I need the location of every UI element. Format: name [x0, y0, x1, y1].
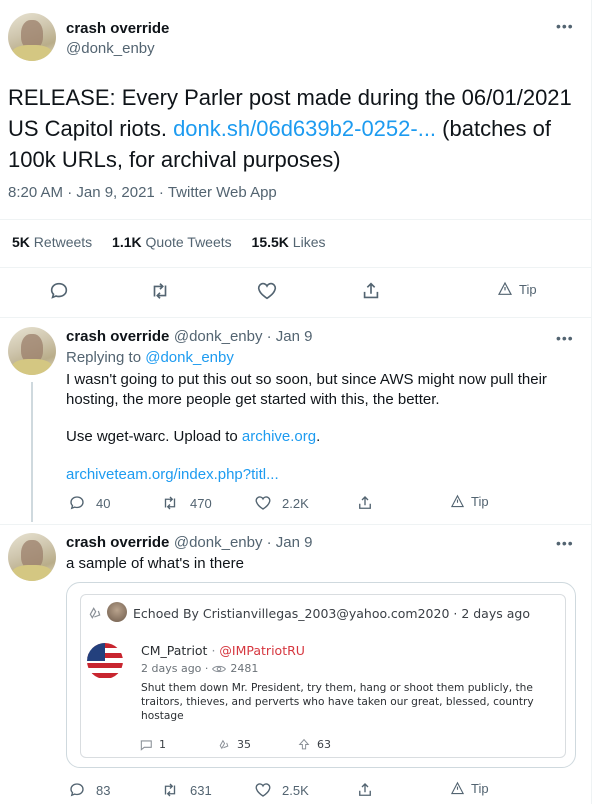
replying-to-link[interactable]: @donk_enby: [145, 349, 234, 366]
reply-header: crash override @donk_enby · Jan 9: [66, 534, 313, 552]
share-icon: [363, 282, 379, 299]
upvote-icon: [298, 738, 310, 750]
quotes-stat[interactable]: 1.1K Quote Tweets: [112, 234, 232, 250]
like-count: 2.2K: [282, 495, 309, 511]
reply-text-line: Use wget-warc. Upload to archive.org.: [66, 428, 320, 445]
replying-prefix: Replying to: [66, 349, 146, 366]
post-author-name: CM_Patriot: [141, 643, 208, 658]
post-echoes: 35: [217, 738, 251, 751]
tip-label: Tip: [519, 281, 537, 297]
like-count: 2.5K: [282, 782, 309, 798]
reply-count: 40: [96, 495, 111, 511]
post-body: Shut them down Mr. President, try them, …: [141, 682, 534, 722]
post-author-row: CM_Patriot · @IMPatriotRU: [141, 643, 305, 658]
reply-icon: [70, 496, 84, 510]
reply-icon: [70, 783, 84, 797]
retweet-button[interactable]: [148, 280, 172, 302]
tweet-link[interactable]: donk.sh/06d639b2-0252-...: [173, 116, 436, 141]
tip-button[interactable]: Tip: [497, 281, 537, 297]
author-handle[interactable]: @donk_enby: [66, 40, 155, 57]
echoer-avatar: [107, 602, 127, 622]
author-handle-date[interactable]: @donk_enby · Jan 9: [174, 534, 313, 551]
tip-label: Tip: [471, 781, 489, 796]
reply-button[interactable]: 40: [68, 494, 110, 512]
retweets-count: 5K: [12, 234, 30, 250]
reply-text: a sample of what's in there: [66, 555, 244, 572]
tip-button[interactable]: Tip: [450, 781, 489, 796]
more-options-icon[interactable]: •••: [556, 18, 574, 34]
share-icon: [359, 783, 371, 796]
like-button[interactable]: 2.5K: [254, 781, 309, 799]
avatar[interactable]: [8, 13, 56, 61]
share-button[interactable]: [360, 280, 382, 302]
tip-label: Tip: [471, 494, 489, 509]
more-options-icon[interactable]: •••: [556, 535, 574, 551]
retweet-icon: [164, 496, 176, 510]
reply-button[interactable]: 83: [68, 781, 110, 799]
reply-text: I wasn't going to put this out so soon, …: [66, 371, 547, 408]
post-comments: 1: [139, 738, 166, 751]
tweet-timestamp[interactable]: 8:20 AM · Jan 9, 2021 · Twitter Web App: [8, 184, 277, 201]
heart-icon: [257, 282, 277, 300]
echoed-by: Echoed By Cristianvillegas_2003@yahoo.co…: [133, 606, 530, 621]
tip-button[interactable]: Tip: [450, 494, 489, 509]
quotes-count: 1.1K: [112, 234, 142, 250]
avatar[interactable]: [8, 533, 56, 581]
post-author-handle: @IMPatriotRU: [219, 643, 305, 658]
upvote-count: 63: [317, 738, 331, 751]
reply-button[interactable]: [48, 280, 70, 302]
reply-icon: [50, 282, 68, 299]
retweet-count: 631: [190, 782, 212, 798]
retweet-icon: [164, 783, 176, 797]
quotes-label: Quote Tweets: [145, 234, 232, 250]
reply-text-part: .: [316, 428, 321, 445]
more-options-icon[interactable]: •••: [556, 330, 574, 346]
retweet-count: 470: [190, 495, 212, 511]
comment-icon: [140, 739, 152, 751]
retweet-button[interactable]: 631: [160, 781, 212, 799]
echo-count: 35: [237, 738, 251, 751]
likes-stat[interactable]: 15.5K Likes: [252, 234, 326, 250]
heart-icon: [255, 783, 271, 797]
parler-post-screenshot: Echoed By Cristianvillegas_2003@yahoo.co…: [80, 594, 566, 758]
author-handle-date[interactable]: @donk_enby · Jan 9: [174, 328, 313, 345]
archiveteam-link[interactable]: archiveteam.org/index.php?titl...: [66, 466, 279, 483]
eye-icon: [212, 665, 227, 672]
right-scroll-edge: [591, 0, 592, 804]
share-button[interactable]: [356, 781, 374, 799]
avatar[interactable]: [8, 327, 56, 375]
author-name[interactable]: crash override: [66, 20, 169, 37]
tip-icon: [450, 494, 465, 508]
retweets-stat[interactable]: 5K Retweets: [12, 234, 92, 250]
retweet-icon: [153, 283, 167, 299]
reply-text-part: Use wget-warc. Upload to: [66, 428, 242, 445]
echo-icon: [219, 739, 229, 750]
likes-label: Likes: [292, 234, 326, 250]
author-name[interactable]: crash override: [66, 534, 169, 551]
replying-to: Replying to @donk_enby: [66, 349, 234, 366]
like-button[interactable]: 2.2K: [254, 494, 309, 512]
author-name[interactable]: crash override: [66, 328, 169, 345]
tip-icon: [498, 281, 512, 295]
post-meta: 2 days ago · 2481: [141, 662, 258, 675]
tweet-stats: 5K Retweets 1.1K Quote Tweets 15.5K Like…: [12, 234, 325, 250]
archive-link[interactable]: archive.org: [242, 428, 316, 445]
post-views: 2481: [230, 662, 259, 675]
post-upvotes: 63: [297, 738, 331, 751]
tweet-text: RELEASE: Every Parler post made during t…: [8, 82, 588, 175]
like-button[interactable]: [256, 280, 278, 302]
heart-icon: [255, 496, 271, 510]
comment-count: 1: [159, 738, 166, 751]
post-time: 2 days ago ·: [141, 662, 209, 675]
share-icon: [359, 496, 371, 509]
echo-icon: [89, 607, 101, 619]
tip-icon: [450, 781, 465, 795]
likes-count: 15.5K: [251, 234, 289, 250]
retweet-button[interactable]: 470: [160, 494, 212, 512]
retweets-label: Retweets: [33, 234, 93, 250]
share-button[interactable]: [356, 494, 374, 512]
author-avatar-flag: [87, 643, 123, 679]
reply-header: crash override @donk_enby · Jan 9: [66, 328, 313, 346]
reply-count: 83: [96, 782, 111, 798]
